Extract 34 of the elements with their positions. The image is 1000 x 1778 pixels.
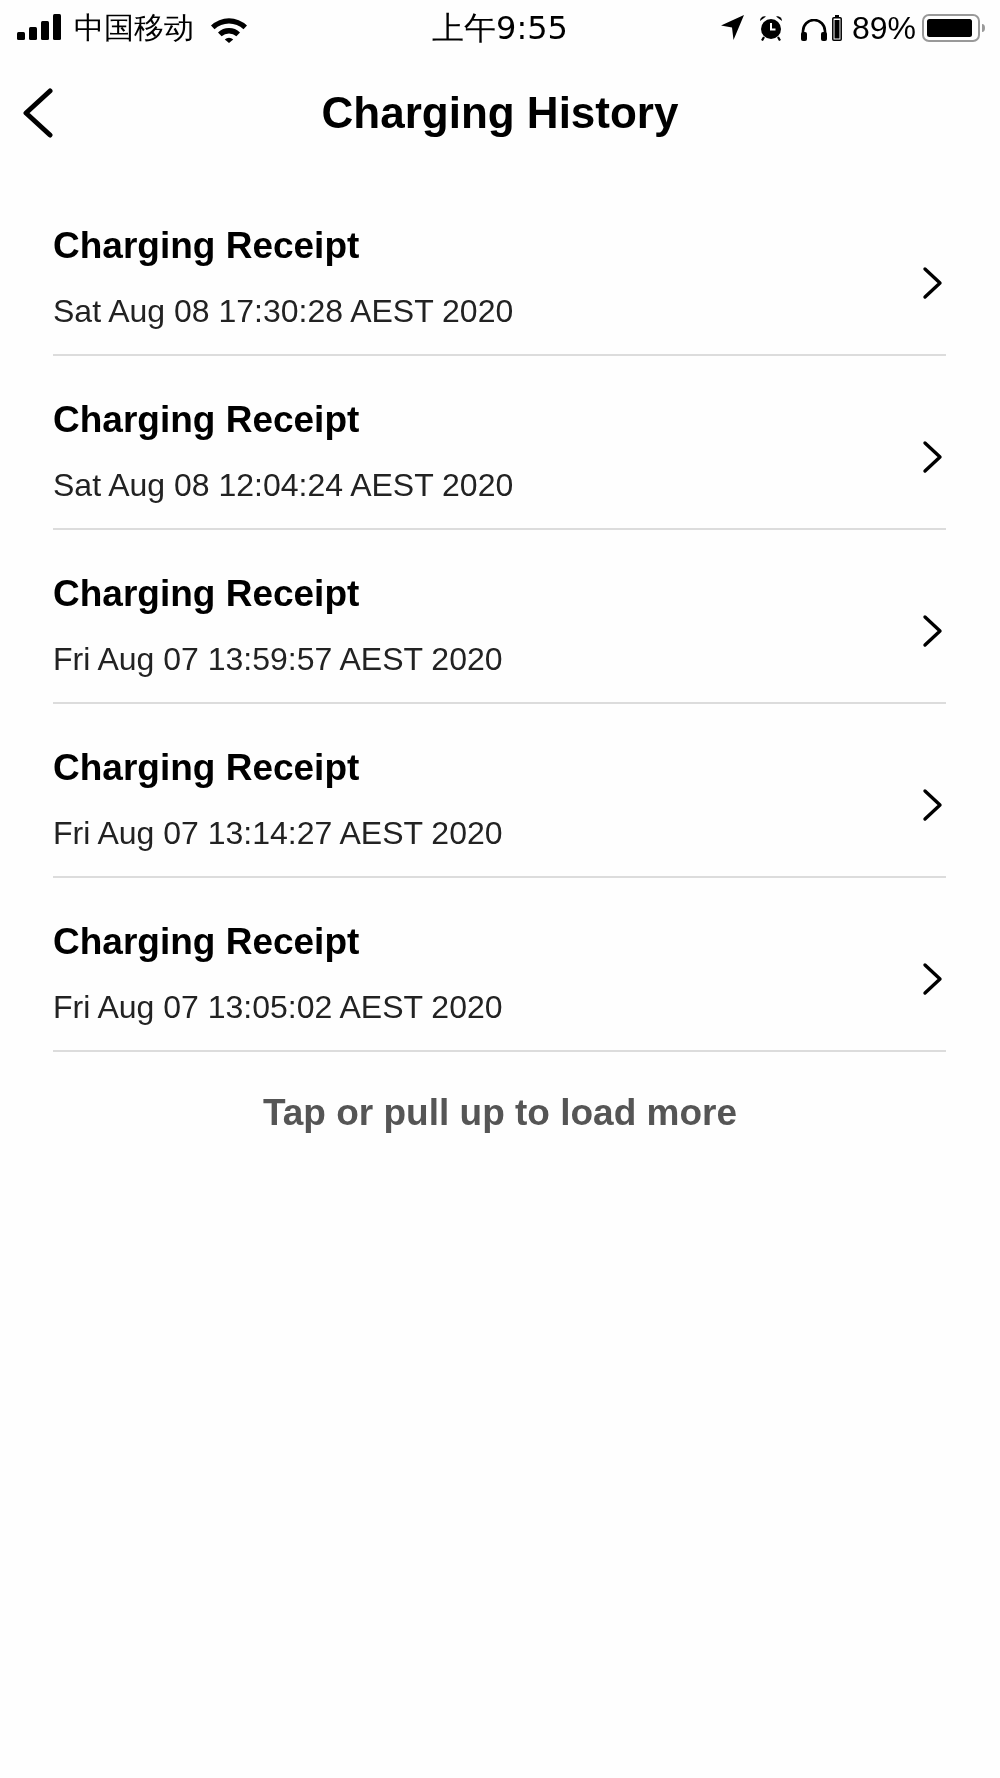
receipt-date: Sat Aug 08 12:04:24 AEST 2020 xyxy=(53,467,514,503)
receipt-title: Charging Receipt xyxy=(53,226,361,266)
location-arrow-icon xyxy=(720,15,744,40)
clock-time: 上午9:55 xyxy=(432,8,568,47)
carrier-name: 中国移动 xyxy=(74,9,194,46)
receipt-date: Fri Aug 07 13:05:02 AEST 2020 xyxy=(53,989,503,1025)
battery-percentage: 89% xyxy=(851,8,916,47)
receipt-title: Charging Receipt xyxy=(53,748,361,788)
page-title: Charging History xyxy=(321,87,679,138)
alarm-clock-icon xyxy=(758,14,783,41)
signal-icon xyxy=(17,13,62,40)
chevron-right-icon xyxy=(922,613,943,648)
load-more-link[interactable]: Tap or pull up to load more xyxy=(262,1092,738,1134)
wifi-icon xyxy=(210,16,248,43)
small-battery-icon xyxy=(831,14,842,41)
receipt-date: Fri Aug 07 13:59:57 AEST 2020 xyxy=(53,641,503,677)
back-button[interactable] xyxy=(21,88,54,138)
receipt-date: Sat Aug 08 17:30:28 AEST 2020 xyxy=(53,293,514,329)
receipt-title: Charging Receipt xyxy=(53,400,361,440)
receipt-row[interactable]: Charging Receipt Sat Aug 08 17:30:28 AEST 2020 xyxy=(53,182,946,356)
receipt-row[interactable]: Charging Receipt Fri Aug 07 13:05:02 AEST 2020 xyxy=(53,878,946,1052)
receipt-row[interactable]: Charging Receipt Fri Aug 07 13:14:27 AEST 2020 xyxy=(53,704,946,878)
chevron-right-icon xyxy=(922,787,943,822)
receipt-title: Charging Receipt xyxy=(53,574,361,614)
battery-icon xyxy=(922,13,985,42)
receipt-row[interactable]: Charging Receipt Fri Aug 07 13:59:57 AEST 2020 xyxy=(53,530,946,704)
chevron-right-icon xyxy=(922,265,943,300)
chevron-right-icon xyxy=(922,961,943,996)
headphones-icon xyxy=(799,18,828,41)
chevron-right-icon xyxy=(922,439,943,474)
receipt-date: Fri Aug 07 13:14:27 AEST 2020 xyxy=(53,815,503,851)
back-icon xyxy=(21,88,54,138)
receipt-row[interactable]: Charging Receipt Sat Aug 08 12:04:24 AEST 2020 xyxy=(53,356,946,530)
receipt-title: Charging Receipt xyxy=(53,922,361,962)
